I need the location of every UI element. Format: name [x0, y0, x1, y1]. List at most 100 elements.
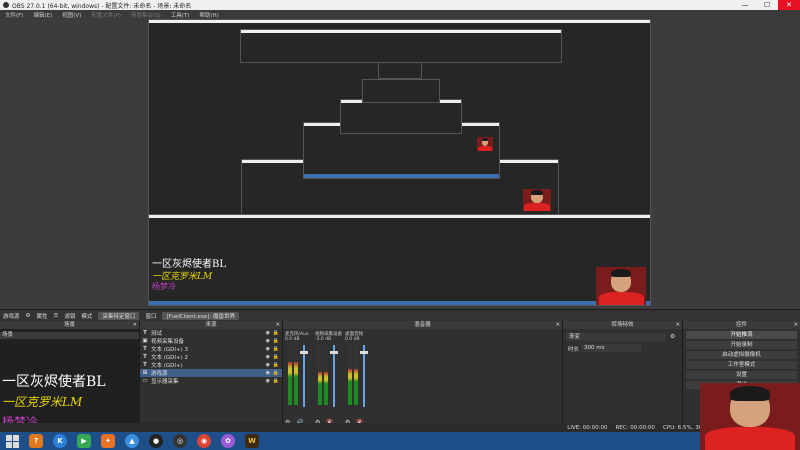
- monitor-icon: ▭: [142, 378, 148, 384]
- window-controls: — ☐ ✕: [734, 0, 800, 10]
- menu-help[interactable]: 帮助(H): [199, 11, 218, 19]
- preview-canvas[interactable]: 一区灰烬使者BL 一区克罗米LM 杨梦冷: [0, 19, 800, 309]
- taskbar: ? K ▶ ✦ ▲ ● ◎ ◉ ✿ W: [0, 432, 800, 450]
- source-item-text1[interactable]: T 文本 (GDI+) ◉ 🔒: [140, 361, 282, 369]
- menu-tools[interactable]: 工具(T): [171, 11, 190, 19]
- browser-app-icon[interactable]: ◉: [197, 434, 211, 448]
- source-item-test[interactable]: T 测试 ◉ 🔒: [140, 329, 282, 337]
- level-meter: [348, 369, 352, 405]
- help-app-icon[interactable]: ?: [29, 434, 43, 448]
- controls-header: 控件 ✕: [683, 321, 800, 329]
- close-button[interactable]: ✕: [778, 0, 800, 10]
- live-status: LIVE: 00:00:00: [567, 424, 608, 431]
- menu-scene-collection[interactable]: 场景集合(S): [131, 11, 161, 19]
- window-label: 窗口: [145, 313, 157, 320]
- window-select[interactable]: [FuelClient.exe]: 魔兽世界: [162, 311, 240, 320]
- source-item-video-capture[interactable]: ▣ 视频采集设备 ◉ 🔒: [140, 337, 282, 345]
- paint-app-icon[interactable]: ✿: [221, 434, 235, 448]
- nested-preview-7: [240, 29, 562, 63]
- duration-input[interactable]: 300 ms: [581, 344, 641, 352]
- text-icon: T: [143, 346, 147, 352]
- settings-button[interactable]: 设置: [686, 371, 797, 379]
- properties-button[interactable]: 属性: [36, 312, 47, 320]
- maximize-button[interactable]: ☐: [756, 0, 778, 10]
- source-item-display-capture[interactable]: ▭ 显示器采集 ◉ 🔒: [140, 377, 282, 385]
- windows-start-icon[interactable]: [4, 434, 20, 448]
- gear-icon[interactable]: ⚙: [26, 313, 31, 319]
- sources-dock: 来源 ✕ T 测试 ◉ 🔒 ▣ 视频采集设备 ◉ 🔒 T 文本 (GDI+) 3 ◉ 🔒 T 文本 (…: [140, 321, 283, 431]
- lock-icon[interactable]: 🔒: [273, 378, 279, 384]
- mixer-header: 混音器 ✕: [283, 321, 562, 329]
- camera-icon: ▣: [142, 338, 148, 344]
- transition-settings-gear-icon[interactable]: ⚙: [670, 333, 675, 340]
- obs-app-icon[interactable]: ●: [149, 434, 163, 448]
- nested-preview-6: [378, 61, 422, 79]
- menu-edit[interactable]: 编辑(E): [33, 11, 52, 19]
- level-meter: [288, 361, 292, 405]
- media-player-icon[interactable]: ▶: [77, 434, 91, 448]
- lock-icon[interactable]: 🔒: [273, 370, 279, 376]
- mixer-channel-video: 视频采集设备 -3.0 dB ⚙🔇: [315, 331, 343, 428]
- volume-fader[interactable]: [330, 345, 338, 407]
- nested-webcam-small: [477, 137, 493, 151]
- visibility-eye-icon[interactable]: ◉: [266, 354, 270, 360]
- visibility-eye-icon[interactable]: ◉: [266, 346, 270, 352]
- lock-icon[interactable]: 🔒: [273, 354, 279, 360]
- mode-label: 模式: [81, 313, 93, 320]
- text-icon: T: [143, 330, 147, 336]
- start-recording-button[interactable]: 开始录制: [686, 341, 797, 349]
- mixer-channel-mic: 麦克风/Aux 0.0 dB ⚙🔊: [285, 331, 313, 428]
- volume-fader[interactable]: [300, 345, 308, 407]
- lock-icon[interactable]: 🔒: [273, 330, 279, 336]
- k-app-icon[interactable]: K: [53, 434, 67, 448]
- volume-fader[interactable]: [360, 345, 368, 407]
- title-bar: OBS 27.0.1 (64-bit, windows) - 配置文件: 未命名…: [0, 0, 800, 10]
- visibility-eye-icon[interactable]: ◉: [266, 338, 270, 344]
- nested-webcam-large: [596, 267, 646, 305]
- source-item-text2[interactable]: T 文本 (GDI+) 2 ◉ 🔒: [140, 353, 282, 361]
- nested-preview-4: [340, 99, 462, 134]
- window-title: OBS 27.0.1 (64-bit, windows) - 配置文件: 未命名…: [12, 2, 192, 10]
- scene-item[interactable]: 场景: [0, 332, 139, 339]
- filters-button[interactable]: 滤镜: [64, 312, 75, 320]
- obs-logo-icon: [3, 2, 9, 8]
- mixer-channel-desktop: 桌面音频 0.0 dB ⚙🔇: [345, 331, 373, 428]
- nested-preview-5: [362, 79, 440, 103]
- duration-label: 时长: [568, 347, 580, 353]
- text-icon: T: [143, 362, 147, 368]
- source-toolbar: 游戏源 ⚙ 属性 ☰ 滤镜 模式 采集特定窗口 窗口 [FuelClient.e…: [0, 309, 800, 321]
- visibility-eye-icon[interactable]: ◉: [266, 330, 270, 336]
- mode-select[interactable]: 采集特定窗口: [98, 311, 140, 320]
- webcam-overlay: [700, 383, 800, 450]
- lock-icon[interactable]: 🔒: [273, 346, 279, 352]
- menu-view[interactable]: 视图(V): [62, 11, 81, 19]
- camera-app-icon[interactable]: ◎: [173, 434, 187, 448]
- docks-area: 场景 ✕ 场景 一区灰烬使者BL 一区克罗米LM 杨梦冷 来源 ✕ T 测试 ◉ 🔒 ▣ 视…: [0, 321, 800, 431]
- filter-icon[interactable]: ☰: [53, 313, 58, 319]
- source-item-game-capture[interactable]: ⊞ 游戏源 ◉ 🔒: [140, 369, 282, 377]
- game-launcher-icon[interactable]: W: [245, 434, 259, 448]
- level-meter: [324, 372, 328, 405]
- studio-mode-button[interactable]: 工作室模式: [686, 361, 797, 369]
- transition-type-select[interactable]: 渐变: [566, 333, 666, 341]
- lock-icon[interactable]: 🔒: [273, 338, 279, 344]
- source-item-text3[interactable]: T 文本 (GDI+) 3 ◉ 🔒: [140, 345, 282, 353]
- lock-icon[interactable]: 🔒: [273, 362, 279, 368]
- text-icon: T: [143, 354, 147, 360]
- transitions-dock: 转场特效 ✕ 渐变 ⚙ 时长 300 ms: [563, 321, 683, 431]
- triangle-app-icon[interactable]: ▲: [125, 434, 139, 448]
- menu-file[interactable]: 文件(F): [5, 11, 23, 19]
- menu-profile[interactable]: 配置文件(P): [91, 11, 121, 19]
- start-streaming-button[interactable]: 开始推流: [686, 331, 797, 339]
- tools-app-icon[interactable]: ✦: [101, 434, 115, 448]
- overlay-line1: 一区灰烬使者BL: [2, 374, 106, 390]
- virtual-camera-button[interactable]: 启动虚拟摄像机: [686, 351, 797, 359]
- visibility-eye-icon[interactable]: ◉: [266, 378, 270, 384]
- minimize-button[interactable]: —: [734, 0, 756, 10]
- selected-source-name: 游戏源: [3, 313, 20, 320]
- transitions-header: 转场特效 ✕: [563, 321, 682, 329]
- visibility-eye-icon[interactable]: ◉: [266, 370, 270, 376]
- scenes-header: 场景 ✕: [0, 321, 139, 329]
- visibility-eye-icon[interactable]: ◉: [266, 362, 270, 368]
- mixer-dock: 混音器✕ 麦克风/Aux 0.0 dB ⚙🔊 视频采集设备 -3.0 dB ⚙🔇…: [283, 321, 563, 431]
